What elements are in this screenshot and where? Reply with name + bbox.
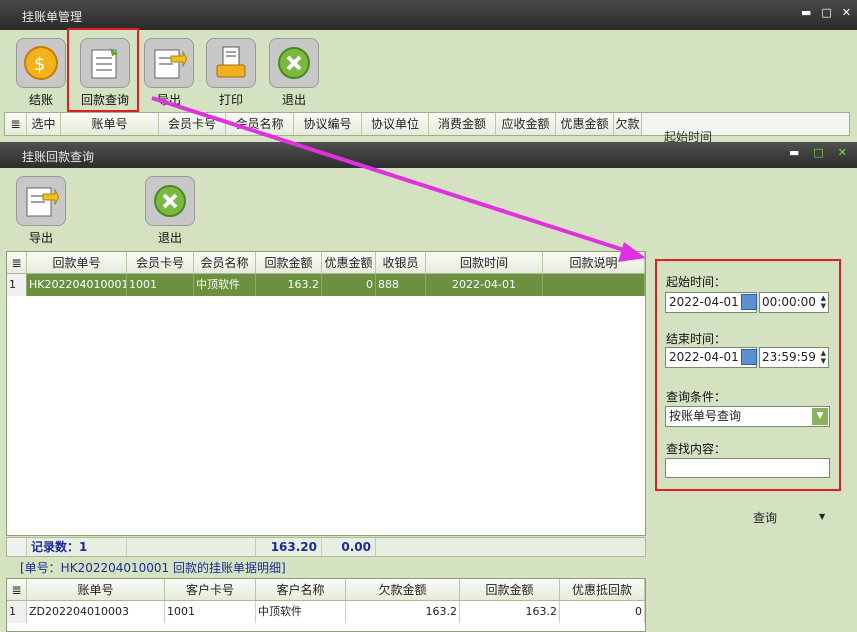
detail-caption: [单号：HK202204010001 回款的挂账单据明细] [20, 561, 286, 575]
exit-button[interactable]: 退出 [140, 176, 200, 246]
search-content-input[interactable] [665, 458, 830, 478]
column-header[interactable]: 优惠金额 [322, 252, 376, 273]
calendar-icon[interactable] [741, 349, 757, 365]
paid-cell: 163.2 [460, 601, 560, 623]
column-header[interactable]: 收银员 [376, 252, 426, 273]
settle-button[interactable]: $ 结账 [11, 38, 71, 108]
discount-total: 0.00 [322, 538, 376, 556]
column-header[interactable]: 会员卡号 [127, 252, 194, 273]
record-count: 记录数：1 [27, 538, 127, 556]
export-icon [16, 176, 66, 226]
table-row[interactable]: 1 ZD202204010003 1001 中顶软件 163.2 163.2 0 [7, 601, 645, 623]
detail-header-row: ≣ 账单号 客户卡号 客户名称 欠款金额 回款金额 优惠抵回款 [7, 579, 645, 601]
offset-cell: 0 [560, 601, 645, 623]
outer-grid-header: ≣ 选中 账单号 会员卡号 会员名称 协议编号 协议单位 消费金额 应收金额 优… [4, 112, 850, 136]
column-header[interactable]: 回款说明 [543, 252, 645, 273]
close-icon[interactable]: ✕ [838, 146, 847, 159]
column-header[interactable]: 账单号 [61, 113, 159, 135]
column-header[interactable]: 优惠抵回款 [560, 579, 645, 600]
inner-window-title: 挂账回款查询 [0, 142, 857, 168]
spinner-icon[interactable]: ▲ ▼ [821, 349, 826, 365]
outer-exit-button[interactable]: 退出 [264, 38, 324, 108]
end-time-label: 结束时间： [666, 332, 727, 346]
column-header[interactable]: 协议编号 [294, 113, 362, 135]
condition-select[interactable]: 按账单号查询 ▼ [665, 406, 830, 427]
summary-bar: 记录数：1 163.20 0.00 [6, 537, 646, 557]
column-header[interactable]: 回款时间 [426, 252, 543, 273]
query-button[interactable]: 查询 [700, 508, 830, 528]
grid-menu-icon[interactable]: ≣ [5, 113, 27, 135]
column-header[interactable]: 会员名称 [194, 252, 256, 273]
amount-cell: 163.2 [256, 274, 322, 296]
table-row[interactable]: 1 HK202204010001 1001 中顶软件 163.2 0 888 2… [7, 274, 645, 296]
column-header[interactable]: 选中 [27, 113, 61, 135]
time-cell: 2022-04-01 [426, 274, 543, 296]
payment-no-cell: HK202204010001 [27, 274, 127, 296]
exit-icon [145, 176, 195, 226]
outer-window-title: 挂账单管理 [0, 0, 857, 30]
row-index: 1 [7, 274, 27, 296]
print-button[interactable]: 打印 [201, 38, 261, 108]
column-header[interactable]: 会员卡号 [159, 113, 226, 135]
calendar-icon[interactable] [741, 294, 757, 310]
chevron-down-icon[interactable]: ▼ [812, 408, 828, 425]
column-header[interactable]: 回款单号 [27, 252, 127, 273]
amount-total: 163.20 [256, 538, 322, 556]
column-header[interactable]: 会员名称 [226, 113, 294, 135]
svg-text:$: $ [34, 54, 45, 75]
payment-query-highlight [67, 28, 139, 112]
outer-window-controls: ▬ □ ✕ [801, 6, 851, 19]
column-header[interactable]: 欠款 [614, 113, 642, 135]
inner-window-controls: ▬ □ ✕ [789, 146, 847, 159]
detail-grid: ≣ 账单号 客户卡号 客户名称 欠款金额 回款金额 优惠抵回款 1 ZD2022… [6, 578, 646, 632]
outer-export-button[interactable]: 导出 [139, 38, 199, 108]
condition-label: 查询条件： [666, 390, 727, 404]
export-button[interactable]: 导出 [11, 176, 71, 246]
discount-cell: 0 [322, 274, 376, 296]
bill-cell: ZD202204010003 [27, 601, 165, 623]
start-time-input[interactable]: 00:00:00 ▲ ▼ [759, 292, 829, 313]
payment-grid: ≣ 回款单号 会员卡号 会员名称 回款金额 优惠金额 收银员 回款时间 回款说明… [6, 251, 646, 536]
maximize-icon[interactable]: □ [821, 6, 831, 19]
minimize-icon[interactable]: ▬ [801, 6, 811, 19]
column-header[interactable]: 优惠金额 [556, 113, 614, 135]
remark-cell [543, 274, 645, 296]
column-header[interactable]: 客户名称 [256, 579, 346, 600]
card-cell: 1001 [127, 274, 194, 296]
end-time-input[interactable]: 23:59:59 ▲ ▼ [759, 347, 829, 368]
chevron-down-icon[interactable]: ▼ [819, 512, 825, 521]
exit-icon [269, 38, 319, 88]
column-header[interactable]: 客户卡号 [165, 579, 256, 600]
grid-menu-icon[interactable]: ≣ [7, 252, 27, 273]
maximize-icon[interactable]: □ [813, 146, 823, 159]
column-header[interactable]: 回款金额 [256, 252, 322, 273]
content-label: 查找内容： [666, 442, 727, 456]
minimize-icon[interactable]: ▬ [789, 146, 799, 159]
cashier-cell: 888 [376, 274, 426, 296]
start-time-label: 起始时间： [666, 275, 727, 289]
name-cell: 中顶软件 [194, 274, 256, 296]
grid-menu-icon[interactable]: ≣ [7, 579, 27, 600]
row-index: 1 [7, 601, 27, 623]
spinner-icon[interactable]: ▲ ▼ [821, 294, 826, 310]
column-header[interactable]: 回款金额 [460, 579, 560, 600]
debt-cell: 163.2 [346, 601, 460, 623]
column-header[interactable]: 欠款金额 [346, 579, 460, 600]
settle-icon: $ [16, 38, 66, 88]
export-icon [144, 38, 194, 88]
name-cell: 中顶软件 [256, 601, 346, 623]
column-header[interactable]: 应收金额 [496, 113, 556, 135]
column-header[interactable]: 账单号 [27, 579, 165, 600]
grid-header-row: ≣ 回款单号 会员卡号 会员名称 回款金额 优惠金额 收银员 回款时间 回款说明 [7, 252, 645, 274]
column-header[interactable]: 消费金额 [429, 113, 496, 135]
close-icon[interactable]: ✕ [842, 6, 851, 19]
inner-toolbar: 导出 退出 [0, 168, 857, 248]
print-icon [206, 38, 256, 88]
column-header[interactable]: 协议单位 [362, 113, 429, 135]
card-cell: 1001 [165, 601, 256, 623]
